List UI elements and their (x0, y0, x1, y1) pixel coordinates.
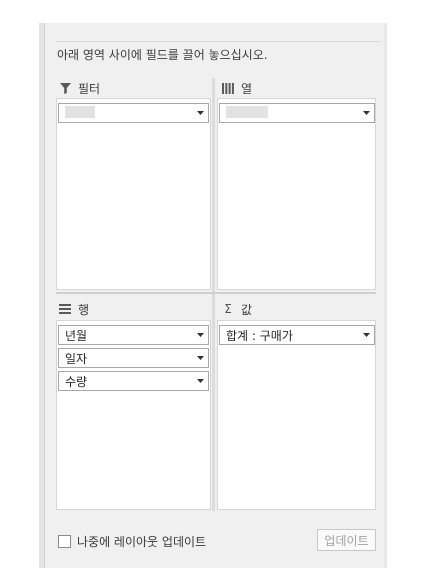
rows-area-header: 행 (58, 300, 89, 318)
rows-area-label: 행 (78, 302, 90, 317)
filter-icon (58, 81, 72, 95)
rows-field-item[interactable]: 일자 (58, 348, 209, 368)
rows-drop-area[interactable]: 년월 일자 수량 (56, 320, 211, 510)
dropdown-arrow-icon[interactable] (192, 111, 208, 115)
section-divider (56, 41, 381, 42)
values-drop-area[interactable]: 합계 : 구매가 (217, 320, 376, 510)
vertical-splitter[interactable] (212, 78, 215, 511)
defer-update-checkbox[interactable] (58, 535, 71, 548)
defer-layout-update[interactable]: 나중에 레이아웃 업데이트 (58, 533, 206, 550)
columns-area-header: 열 (221, 79, 252, 97)
dropdown-arrow-icon[interactable] (192, 379, 208, 383)
rows-icon (58, 302, 72, 316)
blank-field-label (226, 105, 268, 118)
rows-field-item[interactable]: 수량 (58, 371, 209, 391)
filter-area-header: 필터 (58, 79, 100, 97)
sigma-icon: Σ (224, 302, 232, 316)
drag-instruction-text: 아래 영역 사이에 필드를 끌어 놓으십시오. (57, 48, 268, 62)
rows-field-item[interactable]: 년월 (58, 325, 209, 345)
columns-field-placeholder[interactable] (219, 103, 375, 123)
values-area-label: 값 (241, 302, 253, 317)
dropdown-arrow-icon[interactable] (192, 333, 208, 337)
defer-update-label: 나중에 레이아웃 업데이트 (77, 535, 207, 549)
panel-scrollbar-edge (384, 23, 387, 568)
values-area-header: Σ 값 (221, 300, 252, 318)
filter-area-label: 필터 (78, 81, 101, 96)
filter-drop-area[interactable] (56, 98, 211, 290)
columns-icon (221, 81, 235, 95)
update-button[interactable]: 업데이트 (317, 529, 376, 551)
filter-field-placeholder[interactable] (58, 103, 209, 123)
columns-area-label: 열 (241, 81, 253, 96)
panel-resize-edge[interactable] (39, 23, 45, 568)
columns-drop-area[interactable] (217, 98, 376, 290)
blank-field-label (65, 105, 95, 118)
dropdown-arrow-icon[interactable] (358, 333, 374, 337)
values-field-item[interactable]: 합계 : 구매가 (219, 325, 375, 345)
horizontal-splitter[interactable] (56, 292, 376, 294)
dropdown-arrow-icon[interactable] (192, 356, 208, 360)
dropdown-arrow-icon[interactable] (358, 111, 374, 115)
